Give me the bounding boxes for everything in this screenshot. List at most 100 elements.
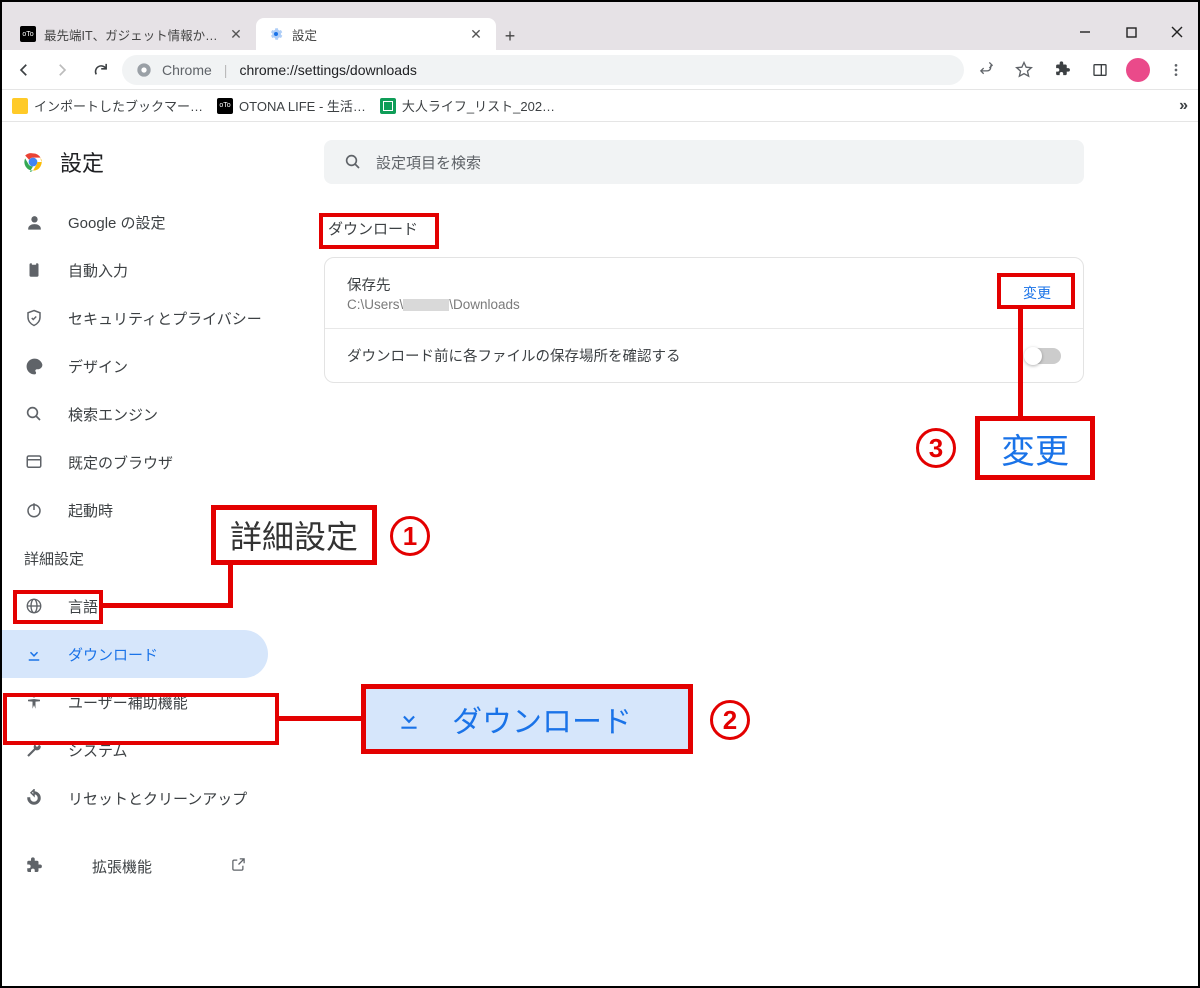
bookmark-label: インポートしたブックマー…	[34, 96, 203, 115]
address-bar[interactable]: Chrome | chrome://settings/downloads	[122, 55, 964, 85]
sidebar-item-appearance[interactable]: デザイン	[0, 342, 268, 390]
bookmark-item[interactable]: 大人ライフ_リスト_202…	[380, 96, 555, 115]
extensions-button[interactable]	[1046, 54, 1078, 86]
sidebar-item-accessibility[interactable]: ユーザー補助機能	[0, 678, 268, 726]
sidebar-item-extensions[interactable]: 拡張機能	[0, 842, 268, 890]
sidebar-item-label: システム	[68, 740, 128, 761]
profile-avatar[interactable]	[1122, 54, 1154, 86]
globe-icon	[24, 597, 44, 615]
ask-before-toggle[interactable]	[1025, 348, 1061, 364]
external-link-icon	[231, 857, 246, 876]
clipboard-icon	[24, 261, 44, 279]
chrome-icon	[136, 62, 152, 78]
minimize-button[interactable]	[1062, 14, 1108, 50]
close-window-button[interactable]	[1154, 14, 1200, 50]
browser-icon	[24, 453, 44, 471]
maximize-button[interactable]	[1108, 14, 1154, 50]
change-button[interactable]: 変更	[1013, 277, 1061, 309]
sidebar-item-on-startup[interactable]: 起動時	[0, 486, 268, 534]
tab-close-icon[interactable]: ✕	[228, 26, 244, 42]
sidebar-item-label: リセットとクリーンアップ	[68, 788, 247, 809]
share-button[interactable]	[970, 54, 1002, 86]
chevron-up-icon: ▲	[227, 552, 238, 564]
sidebar-advanced-toggle[interactable]: 詳細設定 ▲	[0, 534, 262, 582]
sidebar-item-reset[interactable]: リセットとクリーンアップ	[0, 774, 268, 822]
sidebar-item-languages[interactable]: 言語	[0, 582, 268, 630]
browser-toolbar: Chrome | chrome://settings/downloads	[0, 50, 1200, 90]
settings-main: 設定項目を検索 ダウンロード 保存先 C:\Users\\Downloads 変…	[284, 122, 1200, 988]
window-controls	[1016, 14, 1200, 50]
bookmark-label: OTONA LIFE - 生活…	[239, 96, 366, 115]
bookmark-star-button[interactable]	[1008, 54, 1040, 86]
palette-icon	[24, 357, 44, 376]
shield-icon	[24, 309, 44, 327]
sidebar-item-autofill[interactable]: 自動入力	[0, 246, 268, 294]
side-panel-button[interactable]	[1084, 54, 1116, 86]
ask-before-label: ダウンロード前に各ファイルの保存場所を確認する	[347, 345, 681, 366]
separator: |	[224, 62, 228, 78]
sidebar-title: 設定	[60, 146, 104, 178]
bookmarks-bar: インポートしたブックマー… oTo OTONA LIFE - 生活… 大人ライフ…	[0, 90, 1200, 122]
favicon-gear-icon	[268, 26, 284, 42]
sidebar-item-downloads[interactable]: ダウンロード	[0, 630, 268, 678]
site-icon: oTo	[217, 98, 233, 114]
new-tab-button[interactable]: +	[496, 22, 524, 50]
person-icon	[24, 213, 44, 232]
url-text: chrome://settings/downloads	[239, 62, 416, 78]
sidebar-item-google[interactable]: Google の設定	[0, 198, 268, 246]
back-button[interactable]	[8, 54, 40, 86]
accessibility-icon	[24, 693, 44, 711]
sidebar-item-label: 起動時	[68, 500, 113, 521]
bookmarks-overflow[interactable]: »	[1179, 97, 1188, 115]
search-icon	[24, 405, 44, 423]
bookmark-item[interactable]: インポートしたブックマー…	[12, 96, 203, 115]
sidebar-item-search-engine[interactable]: 検索エンジン	[0, 390, 268, 438]
chrome-logo-icon	[20, 149, 46, 175]
bookmark-item[interactable]: oTo OTONA LIFE - 生活…	[217, 96, 366, 115]
settings-search[interactable]: 設定項目を検索	[324, 140, 1084, 184]
section-title: ダウンロード	[328, 218, 1140, 239]
forward-button[interactable]	[46, 54, 78, 86]
sidebar-item-label: デザイン	[68, 356, 128, 377]
sidebar-item-security[interactable]: セキュリティとプライバシー	[0, 294, 268, 342]
sidebar-item-label: 拡張機能	[92, 856, 152, 877]
reload-button[interactable]	[84, 54, 116, 86]
search-placeholder: 設定項目を検索	[376, 152, 481, 173]
folder-icon	[12, 98, 28, 114]
wrench-icon	[24, 741, 44, 759]
sidebar-item-label: ダウンロード	[68, 644, 158, 665]
save-location-path: C:\Users\\Downloads	[347, 297, 520, 312]
download-icon	[24, 645, 44, 663]
sidebar-item-label: 言語	[68, 596, 98, 617]
sidebar-header: 設定	[0, 140, 284, 198]
tab-close-icon[interactable]: ✕	[468, 26, 484, 42]
puzzle-icon	[24, 857, 44, 875]
avatar-icon	[1126, 58, 1150, 82]
sidebar-item-label: セキュリティとプライバシー	[68, 308, 262, 329]
favicon-icon: oTo	[20, 26, 36, 42]
sidebar-item-label: 検索エンジン	[68, 404, 158, 425]
redacted-block	[403, 299, 449, 311]
omnibox-label: Chrome	[162, 62, 212, 78]
advanced-label: 詳細設定	[24, 548, 84, 569]
browser-tab[interactable]: 設定 ✕	[256, 18, 496, 50]
dropdown-icon[interactable]	[1016, 14, 1062, 50]
ask-before-row: ダウンロード前に各ファイルの保存場所を確認する	[325, 328, 1083, 382]
sidebar-item-label: ユーザー補助機能	[68, 692, 188, 713]
reset-icon	[24, 789, 44, 807]
sidebar-item-label: 既定のブラウザ	[68, 452, 173, 473]
tab-title: 最先端IT、ガジェット情報からアナログ	[44, 25, 220, 44]
sidebar-item-label: Google の設定	[68, 212, 166, 233]
save-location-label: 保存先	[347, 274, 520, 295]
sidebar-item-label: 自動入力	[68, 260, 128, 281]
menu-button[interactable]	[1160, 54, 1192, 86]
sidebar-item-system[interactable]: システム	[0, 726, 268, 774]
downloads-card: 保存先 C:\Users\\Downloads 変更 ダウンロード前に各ファイル…	[324, 257, 1084, 383]
save-location-row: 保存先 C:\Users\\Downloads 変更	[325, 258, 1083, 328]
sidebar-item-default-browser[interactable]: 既定のブラウザ	[0, 438, 268, 486]
tab-title: 設定	[292, 25, 460, 44]
browser-tab[interactable]: oTo 最先端IT、ガジェット情報からアナログ ✕	[8, 18, 256, 50]
settings-content: 設定 Google の設定 自動入力 セキュリティとプライバシー デザイン 検索…	[0, 122, 1200, 988]
power-icon	[24, 501, 44, 519]
sheets-icon	[380, 98, 396, 114]
